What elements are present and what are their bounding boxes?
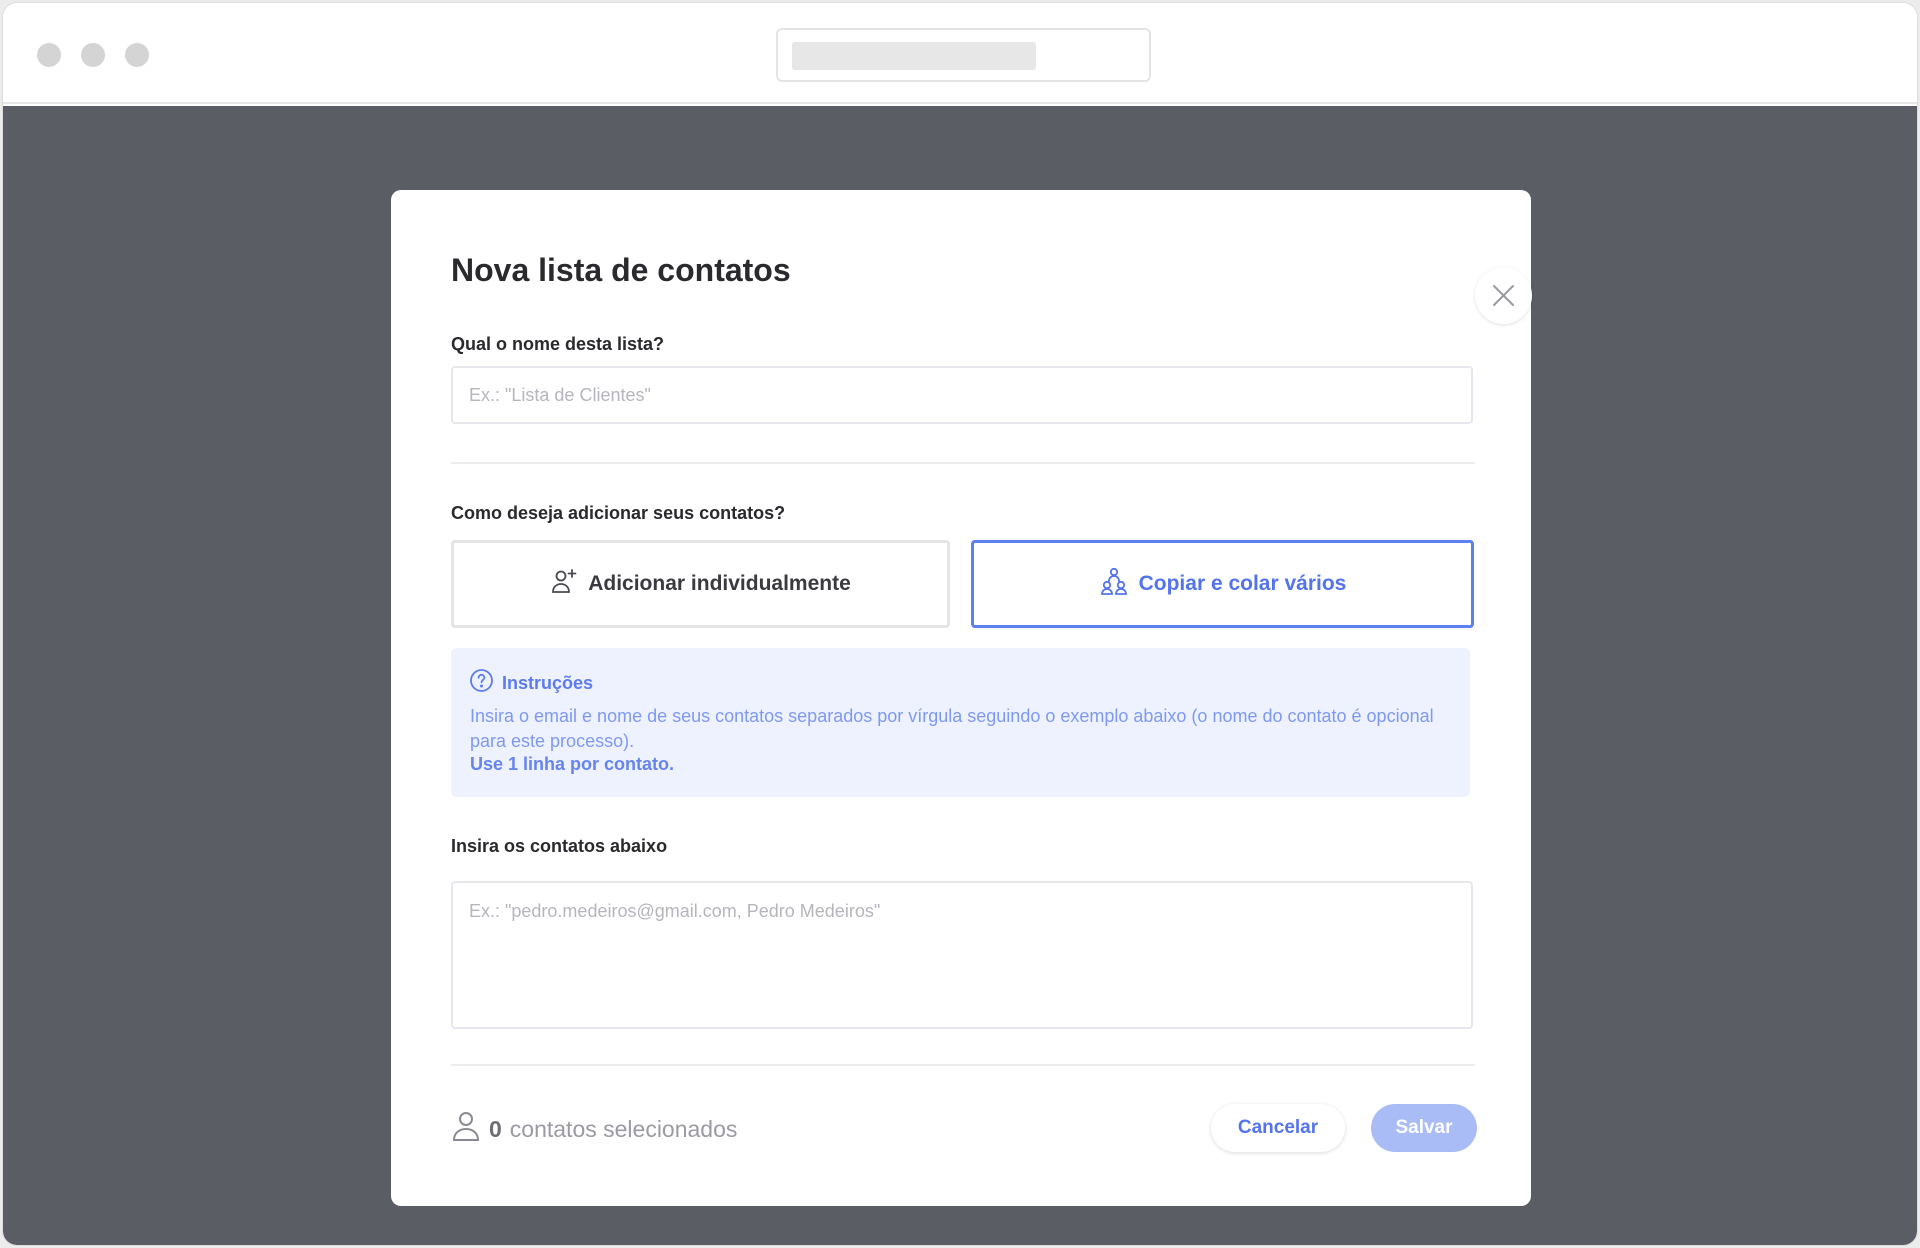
- add-method-label: Como deseja adicionar seus contatos?: [451, 503, 786, 523]
- copy-paste-many-button[interactable]: Copiar e colar vários: [971, 540, 1474, 628]
- address-bar-placeholder: [792, 42, 1036, 70]
- modal-overlay: Nova lista de contatos Qual o nome desta…: [3, 106, 1917, 1245]
- user-plus-icon: [550, 567, 578, 601]
- window-maximize-dot[interactable]: [125, 43, 149, 67]
- help-circle-icon: [469, 668, 494, 698]
- users-group-icon: [1099, 566, 1129, 602]
- contacts-textarea[interactable]: [451, 881, 1473, 1029]
- add-individually-label: Adicionar individualmente: [588, 572, 851, 595]
- instructions-text: Insira o email e nome de seus contatos s…: [470, 706, 1434, 751]
- new-contact-list-modal: Nova lista de contatos Qual o nome desta…: [391, 190, 1531, 1206]
- modal-title: Nova lista de contatos: [451, 252, 791, 288]
- list-name-label: Qual o nome desta lista?: [451, 334, 665, 354]
- instructions-emphasis: Use 1 linha por contato.: [470, 754, 675, 774]
- copy-paste-many-label: Copiar e colar vários: [1138, 572, 1347, 595]
- instructions-header: Instruções: [469, 668, 593, 698]
- instructions-box: Instruções Insira o email e nome de seus…: [451, 648, 1470, 797]
- instructions-title: Instruções: [502, 672, 594, 693]
- save-button[interactable]: Salvar: [1371, 1104, 1477, 1152]
- list-name-input[interactable]: [451, 366, 1473, 424]
- browser-titlebar: [3, 3, 1917, 104]
- browser-window: Nova lista de contatos Qual o nome desta…: [3, 3, 1917, 1245]
- close-modal-button[interactable]: [1475, 267, 1532, 324]
- selected-count-number: 0: [489, 1115, 502, 1142]
- selected-contacts-count: 0 contatos selecionados: [451, 1110, 737, 1148]
- footer-divider: [451, 1064, 1475, 1066]
- user-icon: [451, 1110, 481, 1148]
- address-bar[interactable]: [776, 28, 1151, 82]
- window-close-dot[interactable]: [37, 43, 61, 67]
- section-divider: [451, 462, 1475, 464]
- cancel-button[interactable]: Cancelar: [1211, 1104, 1345, 1152]
- add-individually-button[interactable]: Adicionar individualmente: [451, 540, 950, 628]
- selected-count-label: contatos selecionados: [509, 1115, 738, 1142]
- window-minimize-dot[interactable]: [81, 43, 105, 67]
- contacts-input-label: Insira os contatos abaixo: [451, 836, 668, 856]
